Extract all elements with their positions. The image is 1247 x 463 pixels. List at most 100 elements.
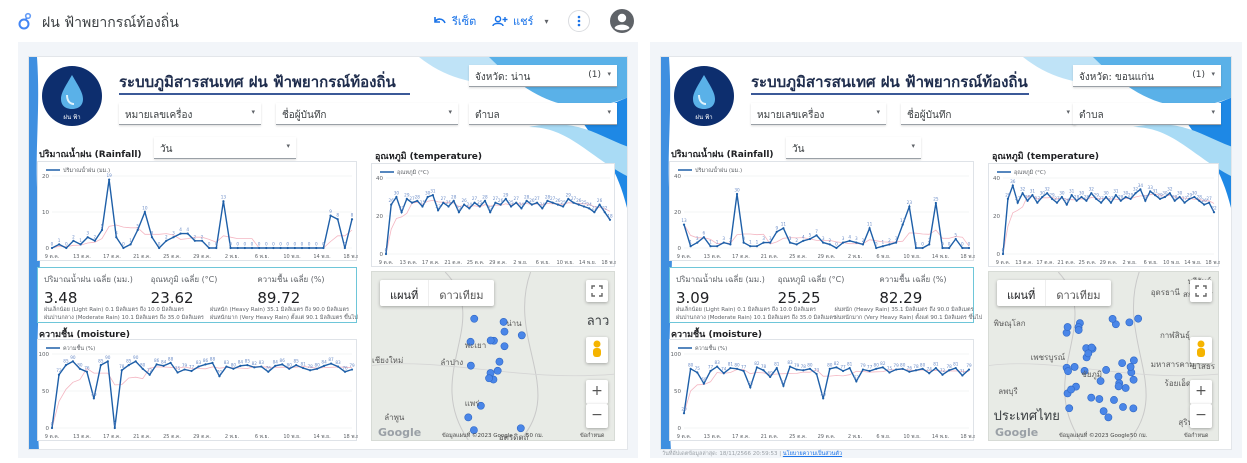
- station-marker[interactable]: [1095, 395, 1104, 403]
- tambon-filter[interactable]: ตำบล ▾: [1073, 103, 1221, 125]
- station-marker[interactable]: [493, 366, 502, 375]
- data-label: 2: [72, 234, 75, 239]
- station-map[interactable]: ประเทศไทยอุดรธานีสกลนครกาฬสินธุ์มหาสารคา…: [988, 271, 1219, 441]
- data-label: 0: [208, 242, 211, 247]
- province-filter[interactable]: จังหวัด: น่าน (1) ▾: [469, 65, 617, 87]
- province-filter[interactable]: จังหวัด: ขอนแก่น (1) ▾: [1073, 65, 1221, 87]
- station-marker[interactable]: [1102, 366, 1110, 374]
- station-marker[interactable]: [1126, 363, 1135, 371]
- station-map[interactable]: ลาว พะเยา น่าน ลำปาง แพร่ ลำพูน อุตรดิตถ์ เชียง…: [371, 271, 615, 441]
- reset-button[interactable]: รีเซ็ต: [425, 9, 484, 33]
- data-point: [120, 369, 123, 372]
- station-marker[interactable]: [1063, 323, 1072, 331]
- station-marker[interactable]: [1070, 363, 1079, 371]
- more-options-button[interactable]: [568, 10, 590, 32]
- station-marker[interactable]: [1087, 393, 1096, 402]
- fullscreen-button[interactable]: [1190, 280, 1212, 302]
- map-tab-satellite[interactable]: ดาวเทียม: [1045, 280, 1110, 306]
- station-marker[interactable]: [1104, 413, 1113, 422]
- data-label: 75: [887, 366, 893, 371]
- station-marker[interactable]: [1110, 396, 1118, 404]
- tambon-filter[interactable]: ตำบล ▾: [469, 103, 617, 125]
- moisture-chart-svg: ความชื้น (%) 0 50 100 9 ต.ค. 13 ต.ค. 17 ต.ค. 21…: [671, 344, 976, 440]
- data-point: [608, 218, 612, 221]
- station-marker[interactable]: [1114, 372, 1123, 381]
- street-view-pegman-button[interactable]: [586, 336, 608, 363]
- x-tick-label: 21 ต.ค.: [761, 434, 779, 440]
- station-marker[interactable]: [470, 314, 479, 323]
- date-filter[interactable]: วัน ▾: [154, 137, 296, 159]
- recorder-filter[interactable]: ชื่อผู้บันทึก ▾: [901, 103, 1076, 125]
- report-title: ฝน ฟ้าพยากรณ์ท้องถิ่น: [42, 15, 179, 31]
- data-point: [108, 178, 111, 181]
- device-filter[interactable]: หมายเลขเครื่อง ▾: [119, 103, 261, 125]
- map-tab-satellite[interactable]: ดาวเทียม: [428, 280, 493, 306]
- account-avatar-icon[interactable]: [609, 8, 635, 34]
- data-point: [1193, 195, 1196, 199]
- recorder-filter[interactable]: ชื่อผู้บันทึก ▾: [276, 103, 458, 125]
- station-marker[interactable]: [1074, 326, 1083, 334]
- station-marker[interactable]: [1129, 404, 1138, 413]
- station-marker[interactable]: [1084, 349, 1093, 358]
- data-point: [489, 211, 492, 214]
- share-button[interactable]: แชร์ ▾: [484, 9, 556, 33]
- data-point: [57, 373, 61, 376]
- map-terms-link[interactable]: ข้อกำหนด: [1184, 432, 1208, 440]
- station-marker[interactable]: [1114, 382, 1123, 391]
- map-tab-roadmap[interactable]: แผนที่: [380, 280, 428, 306]
- station-marker[interactable]: [1118, 359, 1127, 368]
- device-filter[interactable]: หมายเลขเครื่อง ▾: [751, 103, 886, 125]
- station-marker[interactable]: [1119, 403, 1127, 411]
- data-point: [1188, 197, 1191, 200]
- data-label: 30: [394, 191, 400, 196]
- x-tick-label: 13 ต.ค.: [73, 254, 91, 260]
- station-marker[interactable]: [517, 331, 526, 340]
- data-label: 74: [927, 367, 933, 372]
- data-label: 1: [709, 240, 712, 245]
- station-marker[interactable]: [466, 361, 475, 370]
- header-underline: [751, 93, 1030, 95]
- zoom-in-button[interactable]: +: [586, 380, 608, 404]
- zoom-out-button[interactable]: −: [586, 404, 608, 428]
- station-marker[interactable]: [495, 357, 504, 366]
- share-dropdown-icon[interactable]: ▾: [544, 17, 548, 26]
- data-label: 22: [456, 206, 462, 211]
- province-filter-label: จังหวัด: ขอนแก่น: [1079, 72, 1155, 83]
- data-point: [908, 205, 911, 208]
- station-marker[interactable]: [1134, 314, 1143, 323]
- data-label: 22: [488, 206, 494, 211]
- station-marker[interactable]: [486, 336, 495, 345]
- zoom-in-button[interactable]: +: [1190, 380, 1212, 404]
- stat-card: ความชื้น เฉลี่ย (%) 82.29: [879, 273, 946, 307]
- station-marker[interactable]: [1067, 385, 1075, 394]
- data-point: [901, 223, 904, 226]
- station-marker[interactable]: [1108, 314, 1117, 323]
- date-filter[interactable]: วัน ▾: [786, 137, 921, 159]
- station-marker[interactable]: [1065, 404, 1074, 413]
- station-marker[interactable]: [1121, 384, 1130, 392]
- station-marker[interactable]: [1125, 318, 1134, 327]
- privacy-policy-link[interactable]: นโยบายความเป็นส่วนตัว: [783, 451, 842, 457]
- map-tab-roadmap[interactable]: แผนที่: [997, 280, 1045, 306]
- map-terms-link[interactable]: ข้อกำหนด: [580, 432, 604, 440]
- station-marker[interactable]: [500, 342, 509, 351]
- data-label: 27: [514, 196, 520, 201]
- station-marker[interactable]: [1129, 375, 1138, 384]
- data-point: [410, 201, 414, 204]
- data-label: 7: [815, 229, 818, 234]
- station-marker[interactable]: [1099, 407, 1108, 416]
- data-label: 80: [231, 362, 237, 367]
- data-point: [742, 369, 745, 373]
- data-label: 1: [79, 238, 82, 243]
- street-view-pegman-button[interactable]: [1190, 336, 1212, 363]
- data-label: 88: [210, 356, 216, 361]
- data-point: [186, 232, 189, 235]
- x-tick-label: 17 ต.ค.: [422, 260, 440, 266]
- station-marker[interactable]: [485, 374, 493, 383]
- station-marker[interactable]: [1129, 356, 1138, 365]
- station-marker[interactable]: [1064, 367, 1072, 376]
- data-point: [914, 369, 918, 372]
- station-marker[interactable]: [464, 413, 473, 422]
- fullscreen-button[interactable]: [586, 280, 608, 302]
- zoom-out-button[interactable]: −: [1190, 404, 1212, 428]
